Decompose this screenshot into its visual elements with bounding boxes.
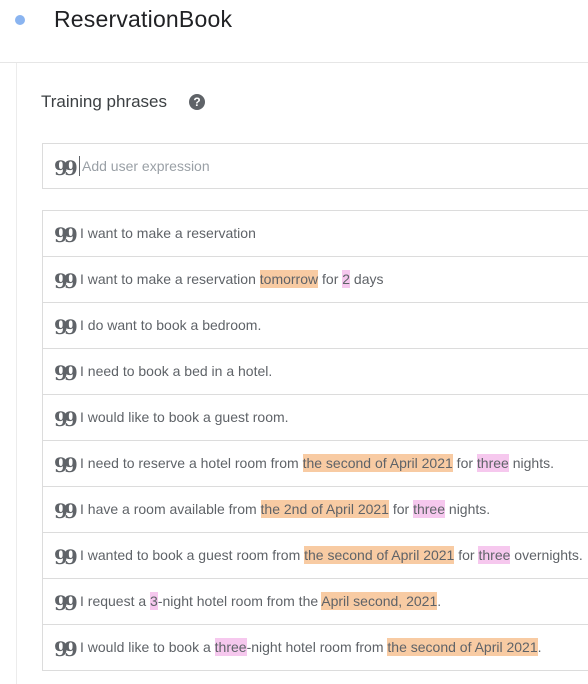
- training-phrase-row[interactable]: 99 I need to reserve a hotel room from th…: [43, 441, 588, 487]
- phrase-segment: nights.: [508, 455, 554, 471]
- number-entity-annotation[interactable]: 2: [342, 270, 351, 288]
- phrase-segment: for: [388, 501, 414, 517]
- training-phrase-row[interactable]: 99 I want to make a reservation tomorrow …: [43, 257, 588, 303]
- training-phrase-row[interactable]: 99 I want to make a reservation: [43, 211, 588, 257]
- quote-icon: 99: [54, 223, 78, 247]
- training-phrase-list: 99 I want to make a reservation 99 I want t…: [42, 210, 588, 671]
- number-entity-annotation[interactable]: three: [214, 638, 247, 656]
- quote-icon: 99: [54, 361, 78, 385]
- training-phrase-text[interactable]: I want to make a reservation tomorrow fo…: [80, 270, 384, 288]
- training-phrase-text[interactable]: I request a 3-night hotel room from the …: [80, 592, 442, 610]
- training-phrase-text[interactable]: I would like to book a three-night hotel…: [80, 638, 542, 656]
- phrase-segment: nights.: [445, 501, 491, 517]
- phrase-segment: I would like to book a: [80, 639, 215, 655]
- add-expression-box[interactable]: 99: [42, 143, 588, 189]
- training-phrase-row[interactable]: 99 I request a 3-night hotel room from th…: [43, 579, 588, 625]
- phrase-segment: I would like to book a guest room.: [80, 409, 289, 425]
- date-entity-annotation[interactable]: the second of April 2021: [304, 546, 455, 564]
- quote-icon: 99: [54, 637, 78, 661]
- quote-icon: 99: [54, 156, 78, 180]
- training-phrase-text[interactable]: I do want to book a bedroom.: [80, 317, 261, 333]
- phrase-segment: .: [437, 593, 442, 609]
- date-entity-annotation[interactable]: April second, 2021: [321, 592, 438, 610]
- intent-header: ReservationBook: [0, 0, 588, 63]
- phrase-segment: I want to make a reservation: [80, 271, 260, 287]
- training-phrase-row[interactable]: 99 I do want to book a bedroom.: [43, 303, 588, 349]
- phrase-segment: I request a: [80, 593, 151, 609]
- training-phrase-row[interactable]: 99 I have a room available from the 2nd o…: [43, 487, 588, 533]
- section-title: Training phrases: [41, 92, 167, 111]
- content-divider: [16, 63, 17, 684]
- training-phrase-text[interactable]: I want to make a reservation: [80, 225, 256, 241]
- number-entity-annotation[interactable]: three: [476, 454, 509, 472]
- phrase-segment: I want to make a reservation: [80, 225, 256, 241]
- number-entity-annotation[interactable]: three: [478, 546, 511, 564]
- add-user-expression-input[interactable]: [79, 156, 482, 176]
- training-phrase-text[interactable]: I need to reserve a hotel room from the …: [80, 454, 554, 472]
- phrase-segment: for: [452, 455, 477, 471]
- quote-icon: 99: [54, 315, 78, 339]
- phrase-segment: for: [318, 271, 343, 287]
- quote-icon: 99: [54, 269, 78, 293]
- phrase-segment: -night hotel room from the: [157, 593, 322, 609]
- training-phrase-text[interactable]: I have a room available from the 2nd of …: [80, 500, 491, 518]
- quote-icon: 99: [54, 453, 78, 477]
- status-dot: [15, 15, 25, 25]
- date-entity-annotation[interactable]: the second of April 2021: [387, 638, 538, 656]
- training-phrase-row[interactable]: 99 I would like to book a guest room.: [43, 395, 588, 441]
- phrase-segment: .: [537, 639, 542, 655]
- training-phrase-text[interactable]: I would like to book a guest room.: [80, 409, 289, 425]
- phrase-segment: -night hotel room from: [246, 639, 388, 655]
- phrase-segment: I need to book a bed in a hotel.: [80, 363, 273, 379]
- quote-icon: 99: [54, 545, 78, 569]
- training-phrase-row[interactable]: 99 I would like to book a three-night hot…: [43, 625, 588, 671]
- phrase-segment: days: [350, 271, 384, 287]
- phrase-segment: I wanted to book a guest room from: [80, 547, 305, 563]
- question-circle-icon[interactable]: ?: [189, 94, 205, 110]
- phrase-segment: overnights.: [510, 547, 583, 563]
- quote-icon: 99: [54, 591, 78, 615]
- intent-name[interactable]: ReservationBook: [54, 6, 232, 33]
- phrase-segment: I have a room available from: [80, 501, 261, 517]
- date-entity-annotation[interactable]: the second of April 2021: [302, 454, 453, 472]
- phrase-segment: I do want to book a bedroom.: [80, 317, 262, 333]
- date-entity-annotation[interactable]: the 2nd of April 2021: [260, 500, 389, 518]
- number-entity-annotation[interactable]: 3: [150, 592, 158, 610]
- training-phrase-text[interactable]: I need to book a bed in a hotel.: [80, 363, 272, 379]
- phrase-segment: for: [454, 547, 479, 563]
- number-entity-annotation[interactable]: three: [413, 500, 446, 518]
- training-phrase-text[interactable]: I wanted to book a guest room from the s…: [80, 546, 583, 564]
- quote-icon: 99: [54, 499, 78, 523]
- date-entity-annotation[interactable]: tomorrow: [259, 270, 319, 288]
- phrase-segment: I need to reserve a hotel room from: [80, 455, 303, 471]
- training-phrase-row[interactable]: 99 I need to book a bed in a hotel.: [43, 349, 588, 395]
- quote-icon: 99: [54, 407, 78, 431]
- training-phrase-row[interactable]: 99 I wanted to book a guest room from the…: [43, 533, 588, 579]
